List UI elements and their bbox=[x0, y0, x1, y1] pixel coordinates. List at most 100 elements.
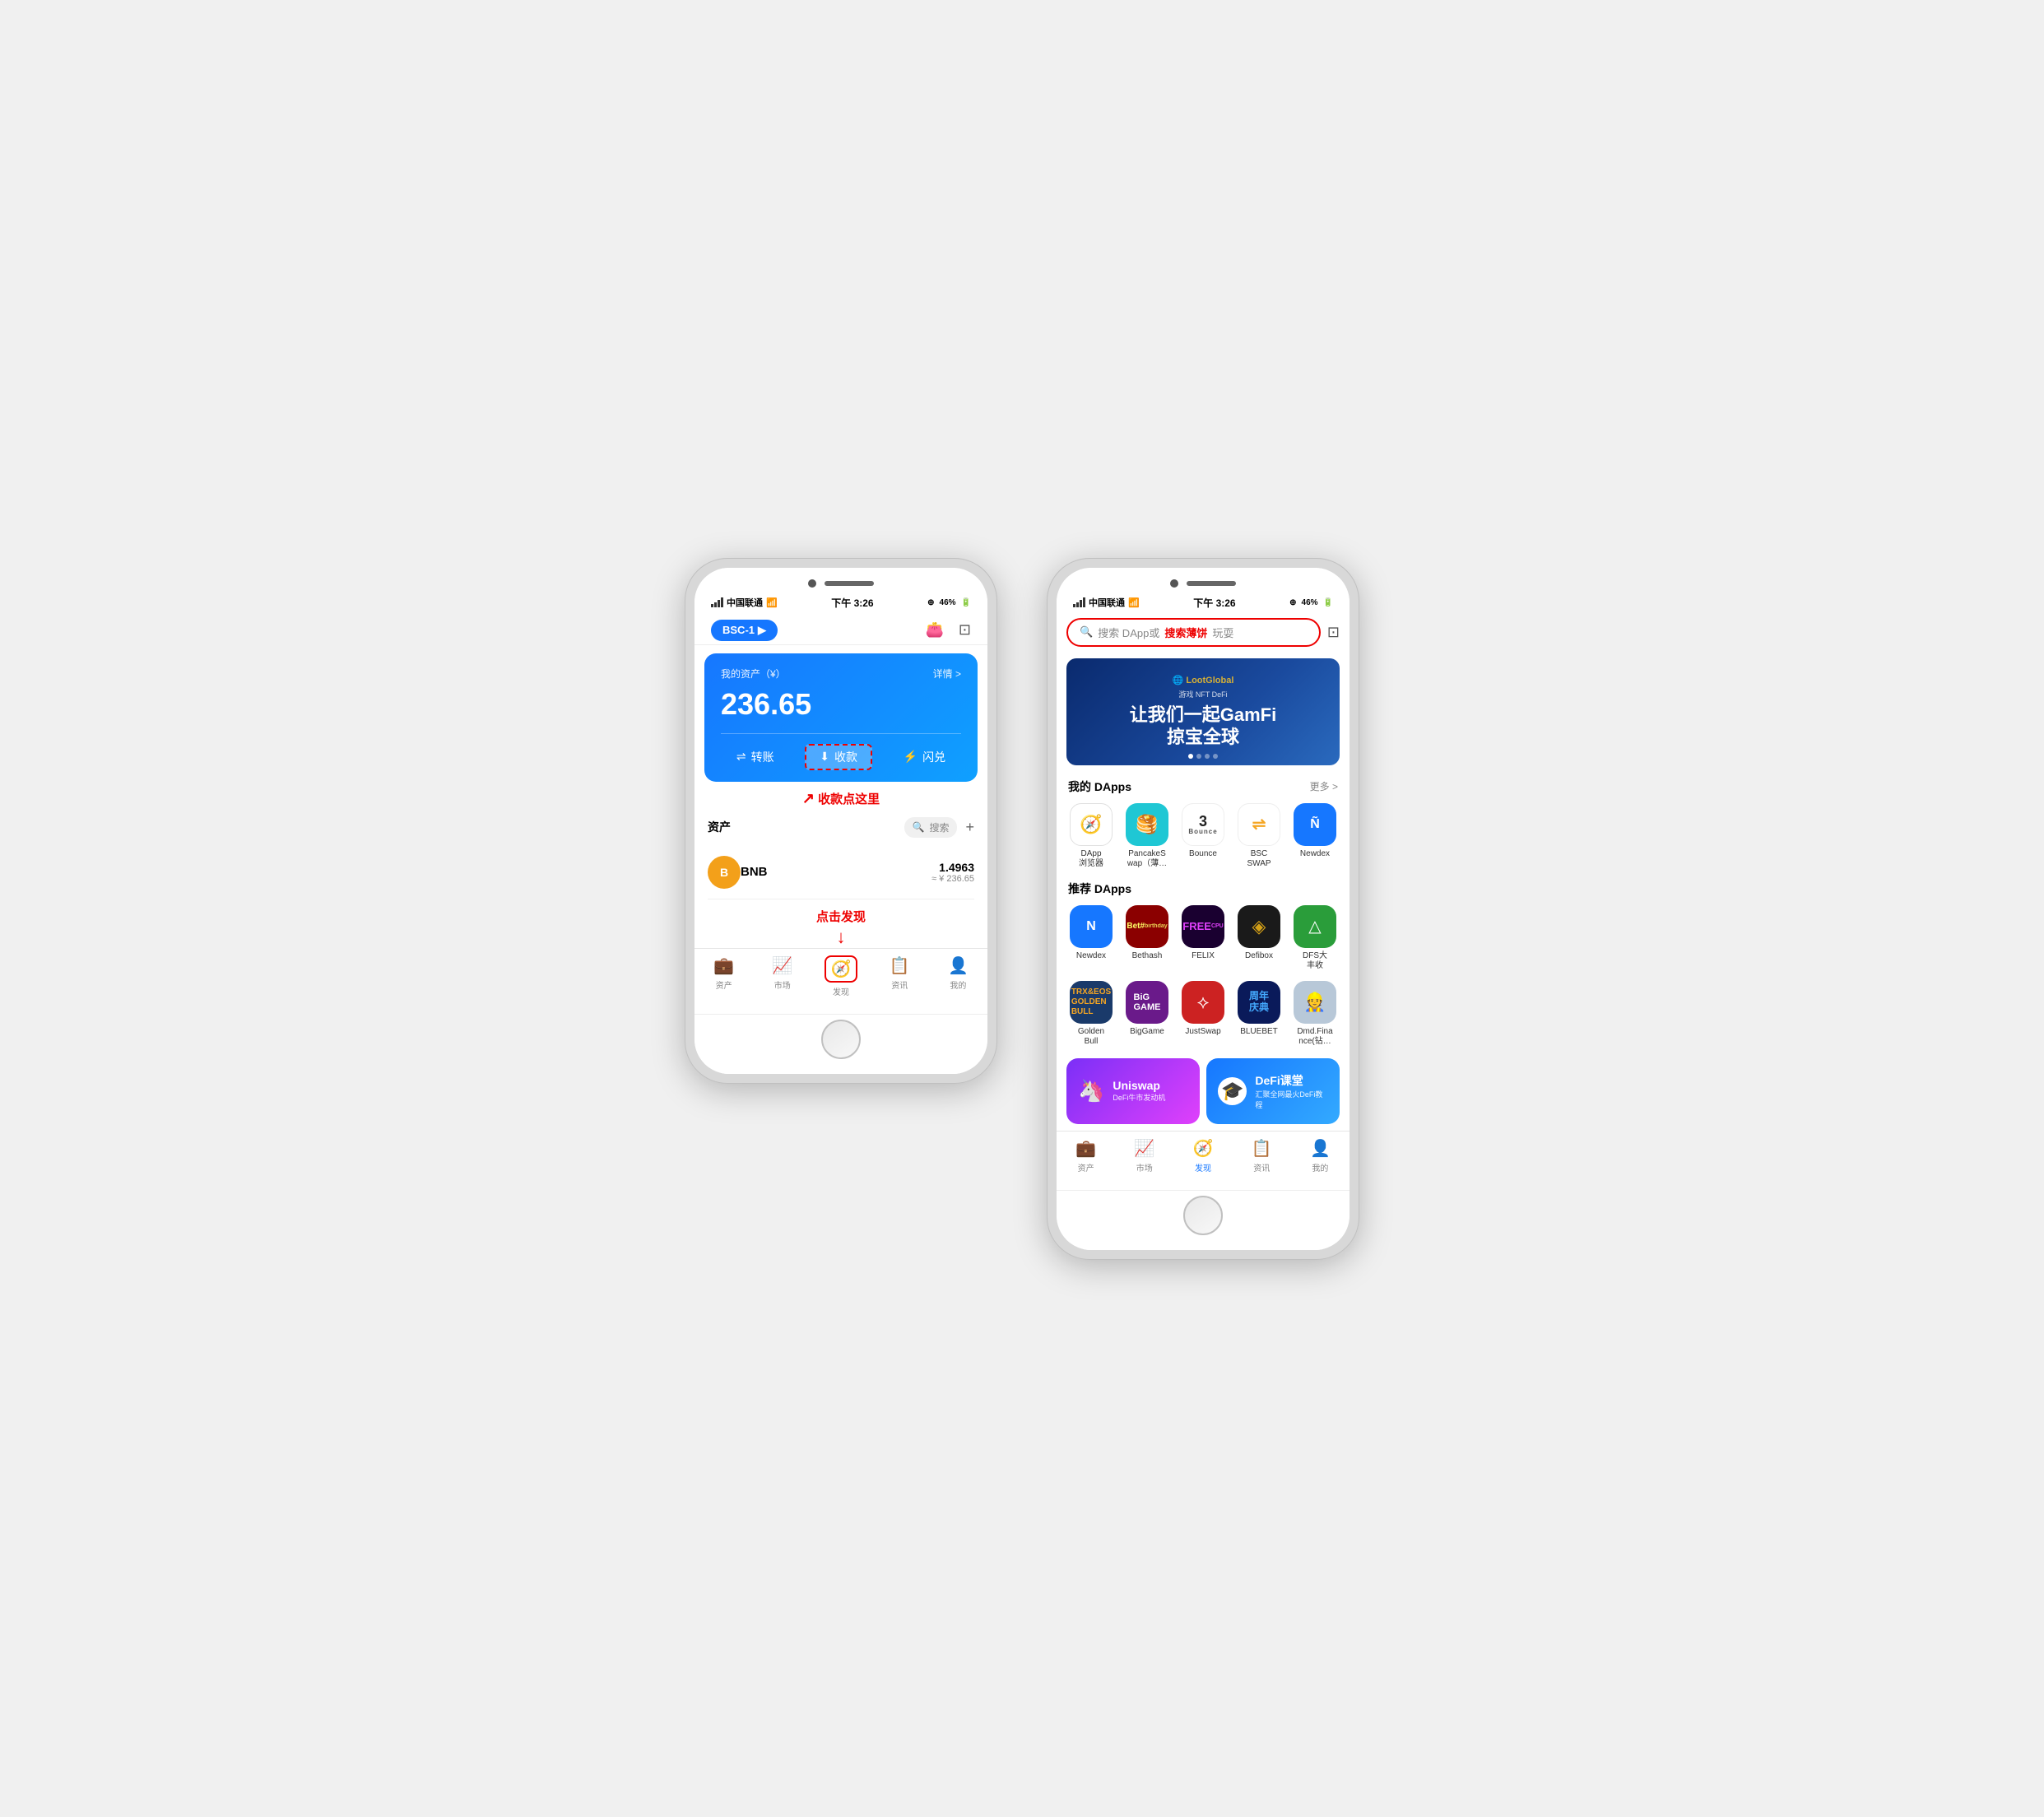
bscswap-icon: ⇌ bbox=[1238, 803, 1280, 846]
dapp-browser[interactable]: 🧭 DApp浏览器 bbox=[1063, 803, 1119, 869]
bluebet-icon: 周年庆典 bbox=[1238, 981, 1280, 1024]
tab2-news[interactable]: 📋 资讯 bbox=[1233, 1138, 1291, 1173]
banner-area[interactable]: 🌐 LootGlobal 游戏 NFT DeFi 让我们一起GamFi掠宝全球 bbox=[1066, 658, 1340, 765]
tab2-discover[interactable]: 🧭 发现 bbox=[1173, 1138, 1232, 1173]
uniswap-promo[interactable]: 🦄 Uniswap DeFi牛市发动机 bbox=[1066, 1058, 1200, 1124]
dot-1 bbox=[1188, 754, 1193, 759]
home-button-2[interactable] bbox=[1183, 1196, 1223, 1235]
dapp-bethash[interactable]: Bet#birthday Bethash bbox=[1119, 905, 1175, 971]
asset-total-amount: 236.65 bbox=[721, 687, 961, 722]
tab-profile[interactable]: 👤 我的 bbox=[929, 955, 987, 997]
tab-discover[interactable]: 🧭 发现 bbox=[811, 955, 870, 997]
dapp-bscswap[interactable]: ⇌ BSCSWAP bbox=[1231, 803, 1287, 869]
receive-hint-text: ↗ 收款点这里 bbox=[694, 790, 987, 807]
dapp-biggame[interactable]: BiGGAME BigGame bbox=[1119, 981, 1175, 1047]
bscswap-name: BSCSWAP bbox=[1247, 849, 1271, 869]
asset-item-bnb[interactable]: B BNB 1.4963 ≈ ¥ 236.65 bbox=[708, 846, 974, 899]
asset-card: 我的资产（¥） 详情 > 236.65 ⇌ 转账 ⬇ 收款 bbox=[704, 653, 978, 782]
dapp-bluebet[interactable]: 周年庆典 BLUEBET bbox=[1231, 981, 1287, 1047]
dapp-bounce[interactable]: 3 Bounce Bounce bbox=[1175, 803, 1231, 869]
defi-promo-name: DeFi课堂 bbox=[1255, 1072, 1328, 1089]
receive-hint-label: 收款点这里 bbox=[818, 792, 880, 806]
my-dapps-grid: 🧭 DApp浏览器 🥞 PancakeSwap（薄… 3 Bounce Boun… bbox=[1057, 798, 1350, 874]
receive-icon: ⬇ bbox=[820, 750, 829, 764]
defi-promo-text: DeFi课堂 汇聚全网最火DeFi教程 bbox=[1255, 1072, 1328, 1110]
add-asset-button[interactable]: + bbox=[965, 819, 974, 836]
tab-assets[interactable]: 💼 资产 bbox=[694, 955, 753, 997]
search-input[interactable]: 🔍 搜索 DApp或 搜索薄饼 玩耍 bbox=[1066, 618, 1321, 647]
home-area-2 bbox=[1057, 1190, 1350, 1250]
uniswap-promo-icon: 🦄 bbox=[1078, 1078, 1104, 1104]
status-left-2: 中国联通 📶 bbox=[1073, 596, 1140, 609]
dapp-justswap[interactable]: ⟡ JustSwap bbox=[1175, 981, 1231, 1047]
search-placeholder: 搜索 bbox=[929, 820, 949, 834]
home-area-1 bbox=[694, 1014, 987, 1074]
discover2-tab-label: 发现 bbox=[1195, 1161, 1211, 1173]
uniswap-promo-desc: DeFi牛市发动机 bbox=[1113, 1092, 1165, 1103]
my-dapps-more[interactable]: 更多 > bbox=[1310, 779, 1338, 793]
dmdfinance-icon: 👷 bbox=[1294, 981, 1336, 1024]
asset-card-header: 我的资产（¥） 详情 > bbox=[721, 667, 961, 681]
battery-icon-2: 🔋 bbox=[1323, 598, 1333, 607]
profile2-tab-icon: 👤 bbox=[1310, 1138, 1331, 1159]
pancake-icon: 🥞 bbox=[1126, 803, 1168, 846]
wifi-icon-2: 📶 bbox=[1128, 597, 1140, 608]
assets2-tab-label: 资产 bbox=[1078, 1161, 1094, 1173]
uniswap-promo-text: Uniswap DeFi牛市发动机 bbox=[1113, 1079, 1165, 1103]
wallet-icon[interactable]: 👛 bbox=[925, 621, 943, 639]
discover-tab-label: 发现 bbox=[833, 985, 849, 997]
dapp-dfs[interactable]: △ DFS大丰收 bbox=[1287, 905, 1343, 971]
transfer-action[interactable]: ⇌ 转账 bbox=[736, 744, 774, 770]
browser-name: DApp浏览器 bbox=[1079, 849, 1103, 869]
dapp-felix[interactable]: FREECPU FELIX bbox=[1175, 905, 1231, 971]
defi-promo[interactable]: 🎓 DeFi课堂 汇聚全网最火DeFi教程 bbox=[1206, 1058, 1340, 1124]
dapp-newdex2[interactable]: N Newdex bbox=[1063, 905, 1119, 971]
defi-promo-desc: 汇聚全网最火DeFi教程 bbox=[1255, 1089, 1328, 1110]
status-right-1: ⊕ 46% 🔋 bbox=[927, 598, 971, 607]
assets2-tab-icon: 💼 bbox=[1075, 1138, 1096, 1159]
status-bar-1: 中国联通 📶 下午 3:26 ⊕ 46% 🔋 bbox=[694, 592, 987, 613]
search-placeholder-text: 搜索 DApp或 bbox=[1098, 625, 1159, 640]
bottom-tabs-1: 💼 资产 📈 市场 🧭 发现 📋 资讯 bbox=[694, 948, 987, 1014]
recommend-row-2: TRX&EOSGOLDENBULL GoldenBull BiGGAME Big… bbox=[1057, 976, 1350, 1052]
signal-icon-2 bbox=[1073, 597, 1085, 607]
network-badge[interactable]: BSC-1 ▶ bbox=[711, 620, 778, 641]
market-tab-icon: 📈 bbox=[772, 955, 792, 976]
dapp-pancake[interactable]: 🥞 PancakeSwap（薄… bbox=[1119, 803, 1175, 869]
dapp-defibox[interactable]: ◈ Defibox bbox=[1231, 905, 1287, 971]
tab-market[interactable]: 📈 市场 bbox=[753, 955, 811, 997]
qr-scan-icon-2[interactable]: ⊡ bbox=[1327, 624, 1340, 641]
battery-level-2: 46% bbox=[1302, 598, 1318, 607]
discover-hint-text: 点击发现 bbox=[694, 906, 987, 927]
assets-search-box[interactable]: 🔍 搜索 bbox=[904, 817, 958, 838]
receive-action[interactable]: ⬇ 收款 bbox=[805, 744, 872, 770]
tab-news[interactable]: 📋 资讯 bbox=[871, 955, 929, 997]
news-tab-icon: 📋 bbox=[890, 955, 910, 976]
dfs-icon: △ bbox=[1294, 905, 1336, 948]
tab2-market[interactable]: 📈 市场 bbox=[1115, 1138, 1173, 1173]
home-button-1[interactable] bbox=[821, 1020, 861, 1059]
qr-scan-icon[interactable]: ⊡ bbox=[959, 621, 971, 639]
asset-detail-link[interactable]: 详情 > bbox=[933, 667, 961, 681]
promo-section: 🦄 Uniswap DeFi牛市发动机 🎓 DeFi课堂 汇聚全网最火DeFi教… bbox=[1057, 1052, 1350, 1131]
pancake-name: PancakeSwap（薄… bbox=[1127, 849, 1167, 869]
tab2-assets[interactable]: 💼 资产 bbox=[1057, 1138, 1115, 1173]
tab2-profile[interactable]: 👤 我的 bbox=[1291, 1138, 1350, 1173]
bottom-tabs-2: 💼 资产 📈 市场 🧭 发现 📋 资讯 👤 我的 bbox=[1057, 1131, 1350, 1190]
dapp-goldenbull[interactable]: TRX&EOSGOLDENBULL GoldenBull bbox=[1063, 981, 1119, 1047]
dot-2 bbox=[1196, 754, 1201, 759]
dapp-dmdfinance[interactable]: 👷 Dmd.Finance(钻… bbox=[1287, 981, 1343, 1047]
newdex-name: Newdex bbox=[1300, 849, 1330, 859]
dapp-newdex[interactable]: Ñ Newdex bbox=[1287, 803, 1343, 869]
phone-1-inner: 中国联通 📶 下午 3:26 ⊕ 46% 🔋 BSC-1 ▶ 👛 bbox=[694, 568, 987, 1074]
status-time-2: 下午 3:26 bbox=[1193, 596, 1235, 610]
phone1-nav: BSC-1 ▶ 👛 ⊡ bbox=[694, 613, 987, 645]
justswap-icon: ⟡ bbox=[1182, 981, 1224, 1024]
flash-action[interactable]: ⚡ 闪兑 bbox=[904, 744, 945, 770]
bethash-name: Bethash bbox=[1132, 951, 1163, 961]
carrier-name: 中国联通 bbox=[727, 596, 763, 609]
news2-tab-icon: 📋 bbox=[1252, 1138, 1272, 1159]
recommend-dapps-header: 推荐 DApps bbox=[1057, 874, 1350, 900]
defibox-name: Defibox bbox=[1245, 951, 1273, 961]
recommend-row-1: N Newdex Bet#birthday Bethash FREECPU FE… bbox=[1057, 900, 1350, 976]
